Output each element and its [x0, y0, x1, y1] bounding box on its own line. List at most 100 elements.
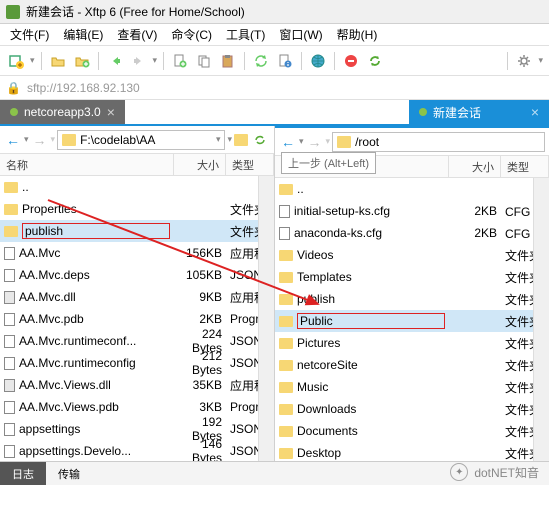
list-item[interactable]: AA.Mvc.Views.pdb3KBProgra	[0, 396, 274, 418]
stop-icon[interactable]	[341, 51, 361, 71]
menu-command[interactable]: 命令(C)	[165, 24, 218, 45]
list-item[interactable]: AA.Mvc.runtimeconf...224 BytesJSON F	[0, 330, 274, 352]
copy-icon[interactable]	[194, 51, 214, 71]
forward-icon[interactable]: →	[31, 131, 49, 149]
path-input[interactable]: /root	[332, 132, 545, 152]
list-item[interactable]: appsettings.Develo...146 BytesJSON F	[0, 440, 274, 462]
col-name[interactable]: 名称	[0, 154, 174, 175]
list-item[interactable]: Downloads文件夹	[275, 398, 549, 420]
file-name: AA.Mvc.Views.pdb	[19, 400, 170, 414]
open-icon[interactable]	[48, 51, 68, 71]
folder-icon	[279, 184, 293, 195]
file-name: ..	[22, 180, 170, 194]
list-item[interactable]: initial-setup-ks.cfg2KBCFG 文	[275, 200, 549, 222]
file-name: AA.Mvc.dll	[19, 290, 170, 304]
list-item[interactable]: AA.Mvc156KB应用程序	[0, 242, 274, 264]
close-icon[interactable]: ×	[107, 104, 115, 120]
file-size: 2KB	[449, 226, 501, 240]
file-icon	[4, 335, 15, 348]
window-title: 新建会话 - Xftp 6 (Free for Home/School)	[26, 3, 245, 20]
list-item[interactable]: AA.Mvc.deps105KBJSON F	[0, 264, 274, 286]
menu-window[interactable]: 窗口(W)	[273, 24, 328, 45]
tab-log[interactable]: 日志	[0, 462, 46, 485]
file-name: publish	[22, 223, 170, 239]
file-size: 2KB	[174, 312, 226, 326]
file-name: AA.Mvc.runtimeconf...	[19, 334, 170, 348]
folder-icon	[279, 316, 293, 327]
file-name: Public	[297, 313, 445, 329]
dll-icon	[4, 379, 15, 392]
file-name: AA.Mvc.Views.dll	[19, 378, 170, 392]
folder-icon	[279, 360, 293, 371]
list-item[interactable]: Templates文件夹	[275, 266, 549, 288]
sync-icon[interactable]	[251, 51, 271, 71]
back-icon[interactable]: ←	[279, 133, 297, 151]
file-size: 35KB	[174, 378, 226, 392]
tab-remote[interactable]: 新建会话 ×	[409, 100, 549, 124]
scrollbar[interactable]	[258, 176, 274, 466]
new-session-icon[interactable]	[6, 51, 26, 71]
remote-filelist[interactable]: ..initial-setup-ks.cfg2KBCFG 文anaconda-k…	[275, 178, 549, 466]
list-item[interactable]: Music文件夹	[275, 376, 549, 398]
list-item[interactable]: Properties文件夹	[0, 198, 274, 220]
menu-view[interactable]: 查看(V)	[111, 24, 163, 45]
file-name: Properties	[22, 202, 170, 216]
menu-tools[interactable]: 工具(T)	[220, 24, 271, 45]
scrollbar[interactable]	[533, 178, 549, 466]
file-name: Music	[297, 380, 445, 394]
new-file-icon[interactable]	[170, 51, 190, 71]
list-item[interactable]: anaconda-ks.cfg2KBCFG 文	[275, 222, 549, 244]
col-size[interactable]: 大小	[174, 154, 226, 175]
paste-icon[interactable]	[218, 51, 238, 71]
tab-transfer[interactable]: 传输	[46, 462, 92, 485]
list-item[interactable]: netcoreSite文件夹	[275, 354, 549, 376]
list-item[interactable]: Public文件夹	[275, 310, 549, 332]
transfer-right-icon[interactable]	[129, 51, 149, 71]
file-name: Videos	[297, 248, 445, 262]
folder-icon	[4, 182, 18, 193]
tab-local[interactable]: netcoreapp3.0 ×	[0, 100, 125, 124]
folder-icon	[337, 136, 351, 148]
list-item[interactable]: AA.Mvc.runtimeconfig212 BytesJSON F	[0, 352, 274, 374]
col-type[interactable]: 类型	[501, 156, 549, 177]
folder-icon	[279, 382, 293, 393]
globe-icon[interactable]	[308, 51, 328, 71]
list-item[interactable]: AA.Mvc.Views.dll35KB应用程序	[0, 374, 274, 396]
list-item[interactable]: ..	[275, 178, 549, 200]
list-item[interactable]: AA.Mvc.dll9KB应用程序	[0, 286, 274, 308]
close-icon[interactable]: ×	[531, 104, 539, 120]
local-filelist[interactable]: .. Properties文件夹publish文件夹AA.Mvc156KB应用程序…	[0, 176, 274, 466]
file-icon	[4, 423, 15, 436]
list-item[interactable]: ..	[0, 176, 274, 198]
list-item[interactable]: publish文件夹	[275, 288, 549, 310]
transfer-left-icon[interactable]	[105, 51, 125, 71]
file-name: initial-setup-ks.cfg	[294, 204, 445, 218]
refresh-icon[interactable]	[250, 130, 270, 150]
settings-icon[interactable]	[514, 51, 534, 71]
list-item[interactable]: Videos文件夹	[275, 244, 549, 266]
list-item[interactable]: appsettings192 BytesJSON F	[0, 418, 274, 440]
refresh-icon[interactable]	[365, 51, 385, 71]
menu-file[interactable]: 文件(F)	[4, 24, 55, 45]
col-size[interactable]: 大小	[449, 156, 501, 177]
file-size: 3KB	[174, 400, 226, 414]
status-dot-icon	[419, 108, 427, 116]
properties-icon[interactable]	[275, 51, 295, 71]
home-icon[interactable]	[234, 134, 248, 146]
back-icon[interactable]: ←	[4, 131, 22, 149]
file-size: 2KB	[449, 204, 501, 218]
col-type[interactable]: 类型	[226, 154, 274, 175]
menu-edit[interactable]: 编辑(E)	[57, 24, 109, 45]
forward-icon[interactable]: →	[306, 133, 324, 151]
new-folder-icon[interactable]	[72, 51, 92, 71]
file-name: anaconda-ks.cfg	[294, 226, 445, 240]
menu-help[interactable]: 帮助(H)	[331, 24, 384, 45]
list-item[interactable]: Pictures文件夹	[275, 332, 549, 354]
path-input[interactable]: F:\codelab\AA ▾	[57, 130, 225, 150]
list-item[interactable]: AA.Mvc.pdb2KBProgra	[0, 308, 274, 330]
file-size: 9KB	[174, 290, 226, 304]
list-item[interactable]: publish文件夹	[0, 220, 274, 242]
file-name: netcoreSite	[297, 358, 445, 372]
address-text[interactable]: sftp://192.168.92.130	[27, 81, 140, 95]
list-item[interactable]: Documents文件夹	[275, 420, 549, 442]
